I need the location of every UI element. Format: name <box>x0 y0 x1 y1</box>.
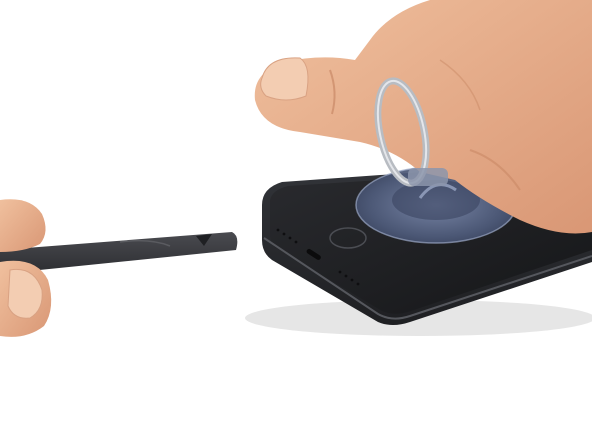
photo-illustration <box>0 0 592 337</box>
photo-scene <box>0 0 592 444</box>
cup-handle <box>408 168 448 186</box>
left-finger-top <box>0 199 46 252</box>
thumb-nail <box>260 57 309 101</box>
